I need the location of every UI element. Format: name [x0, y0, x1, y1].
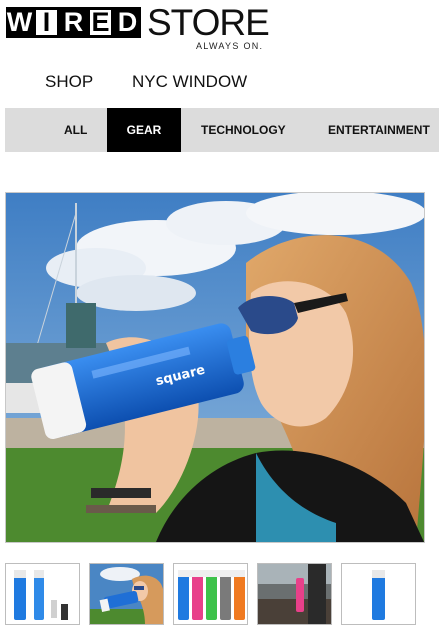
logo-letter-e: E [87, 6, 114, 38]
tab-gear[interactable]: GEAR [107, 108, 181, 152]
store-wordmark: STORE [147, 1, 270, 43]
product-hero-image[interactable]: square [5, 192, 425, 543]
product-thumbnails [5, 563, 439, 625]
logo-letter-r: R [60, 6, 87, 38]
wired-wordmark: W I R E D [6, 6, 141, 38]
tab-entertainment[interactable]: ENTERTAINMENT [328, 108, 430, 152]
thumbnail-woman-drinking[interactable] [89, 563, 164, 625]
nav-nyc-window-link[interactable]: NYC WINDOW [132, 72, 247, 92]
tab-technology[interactable]: TECHNOLOGY [201, 108, 286, 152]
wired-store-logo[interactable]: W I R E D STORE [6, 1, 270, 43]
logo-letter-i: I [33, 6, 60, 38]
logo-letter-w: W [6, 6, 33, 38]
category-tab-bar: ALL GEAR TECHNOLOGY ENTERTAINMENT [5, 108, 439, 152]
hero-photo: square [6, 193, 424, 542]
tagline: ALWAYS ON. [196, 41, 264, 51]
nav-shop-link[interactable]: SHOP [45, 72, 93, 92]
thumbnail-color-variants[interactable] [173, 563, 248, 625]
logo-letter-d: D [114, 6, 141, 38]
thumbnail-single-bottle[interactable] [341, 563, 416, 625]
thumbnail-bottles-lineup[interactable] [5, 563, 80, 625]
thumbnail-bottle-outdoor[interactable] [257, 563, 332, 625]
tab-all[interactable]: ALL [64, 108, 87, 152]
main-nav: SHOP NYC WINDOW [0, 72, 439, 96]
